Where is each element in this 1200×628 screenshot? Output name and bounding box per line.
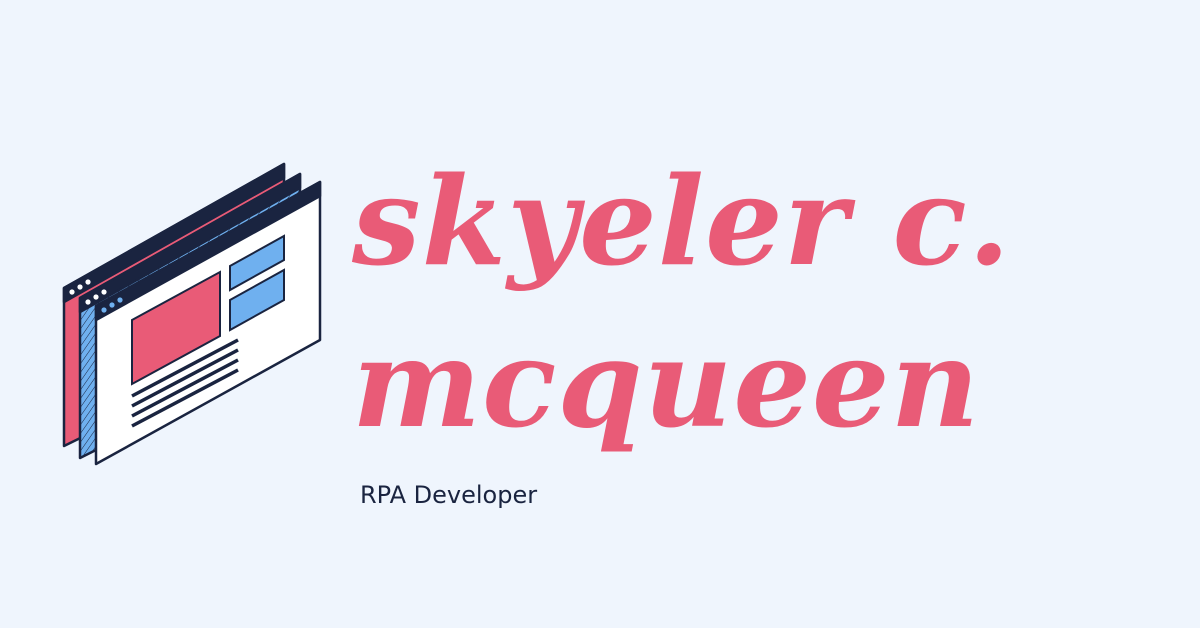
job-title: RPA Developer (360, 481, 538, 509)
browser-windows-icon (58, 160, 328, 472)
name-line-1: skyeler c. (352, 149, 1012, 293)
page-title: skyeler c. mcqueen (352, 140, 1011, 464)
name-line-2: mcqueen (352, 311, 981, 455)
